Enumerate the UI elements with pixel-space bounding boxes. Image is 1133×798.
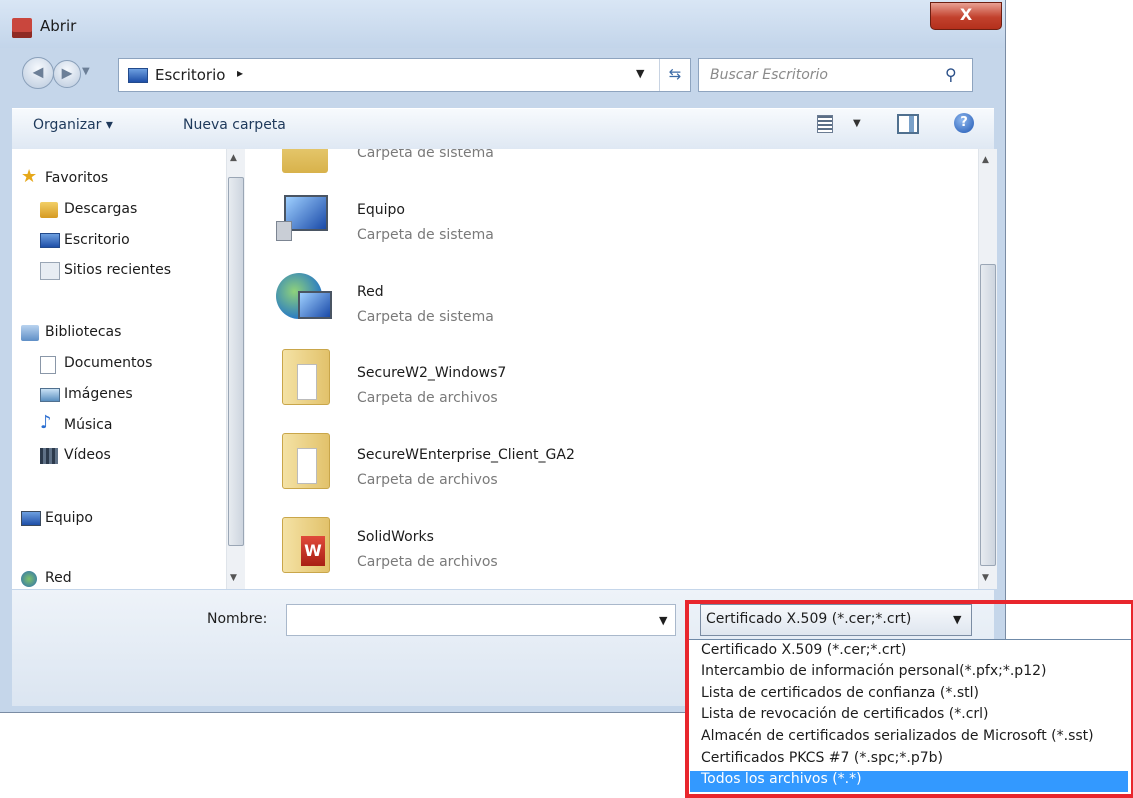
sidebar-item-sitios-recientes[interactable]: Sitios recientes: [64, 262, 171, 278]
file-type: Carpeta de sistema: [357, 309, 494, 325]
folder-icon: [282, 433, 330, 489]
file-list: Carpeta de sistema Equipo Carpeta de sis…: [252, 149, 978, 589]
computer-icon: [21, 511, 41, 526]
scroll-up-icon[interactable]: ▲: [982, 155, 989, 165]
command-bar: [12, 108, 994, 150]
file-type: Carpeta de archivos: [357, 472, 498, 488]
computer-icon: [276, 193, 332, 241]
network-icon: [21, 571, 37, 587]
folder-icon: [282, 349, 330, 405]
navigation-pane: ★ Favoritos Descargas Escritorio Sitios …: [12, 149, 253, 589]
desktop-icon: [128, 68, 148, 83]
close-button[interactable]: X: [930, 2, 1002, 30]
file-name-dropdown-icon[interactable]: ▼: [659, 614, 667, 627]
sidebar-item-imagenes[interactable]: Imágenes: [64, 386, 133, 402]
refresh-icon[interactable]: ⇆: [659, 59, 690, 91]
app-icon: [12, 18, 32, 38]
pictures-icon: [40, 388, 60, 402]
scroll-up-icon[interactable]: ▲: [230, 153, 237, 163]
scroll-down-icon[interactable]: ▼: [230, 573, 237, 583]
preview-pane-icon[interactable]: [897, 114, 919, 134]
sidebar-group-equipo[interactable]: Equipo: [45, 510, 93, 526]
window-title: Abrir: [40, 17, 77, 35]
solidworks-folder-icon: W: [282, 517, 330, 573]
highlight-annotation-box: [685, 600, 1133, 798]
libraries-icon: [21, 325, 39, 341]
forward-arrow-icon: ▶: [61, 65, 73, 82]
help-icon[interactable]: ?: [954, 113, 974, 133]
documents-icon: [40, 356, 56, 374]
view-options-dropdown-icon[interactable]: ▼: [853, 118, 861, 129]
videos-icon: [40, 448, 58, 464]
organize-button[interactable]: Organizar ▾: [33, 117, 113, 133]
file-type: Carpeta de archivos: [357, 554, 498, 570]
search-icon[interactable]: ⚲: [945, 65, 957, 84]
change-view-icon[interactable]: [817, 115, 833, 133]
desktop-icon: [40, 233, 60, 248]
scroll-down-icon[interactable]: ▼: [982, 573, 989, 583]
file-name[interactable]: Equipo: [357, 202, 405, 218]
address-dropdown-icon[interactable]: ▼: [636, 67, 644, 80]
new-folder-button[interactable]: Nueva carpeta: [183, 117, 286, 133]
file-name[interactable]: SolidWorks: [357, 529, 434, 545]
sidebar-group-red[interactable]: Red: [45, 570, 72, 586]
system-folder-icon: [282, 149, 328, 173]
sidebar-group-favoritos[interactable]: Favoritos: [45, 170, 108, 186]
back-button[interactable]: ◀: [22, 57, 54, 89]
network-icon: [276, 273, 332, 323]
file-name-input[interactable]: [286, 604, 676, 636]
sidebar-item-documentos[interactable]: Documentos: [64, 355, 152, 371]
recent-pages-dropdown-icon[interactable]: ▼: [82, 66, 90, 77]
sidebar-item-escritorio[interactable]: Escritorio: [64, 232, 130, 248]
title-bar[interactable]: Abrir X: [0, 0, 1005, 48]
file-name-label: Nombre:: [207, 611, 268, 627]
navigation-scrollbar-thumb[interactable]: [228, 177, 244, 546]
sidebar-group-bibliotecas[interactable]: Bibliotecas: [45, 324, 121, 340]
music-icon: ♪: [40, 412, 52, 433]
file-name[interactable]: SecureW2_Windows7: [357, 365, 506, 381]
downloads-folder-icon: [40, 202, 58, 218]
breadcrumb-separator-icon[interactable]: ▸: [237, 66, 243, 80]
file-type: Carpeta de archivos: [357, 390, 498, 406]
address-bar[interactable]: Escritorio ▸ ▼ ⇆: [118, 58, 691, 92]
recent-places-icon: [40, 262, 60, 280]
sidebar-item-descargas[interactable]: Descargas: [64, 201, 137, 217]
star-icon: ★: [21, 166, 38, 187]
forward-button[interactable]: ▶: [53, 60, 81, 88]
file-name[interactable]: SecureWEnterprise_Client_GA2: [357, 447, 575, 463]
back-arrow-icon: ◀: [32, 64, 44, 81]
file-list-scrollbar-thumb[interactable]: [980, 264, 996, 566]
sidebar-item-videos[interactable]: Vídeos: [64, 447, 111, 463]
sidebar-item-musica[interactable]: Música: [64, 417, 112, 433]
address-location[interactable]: Escritorio: [155, 66, 225, 84]
file-name[interactable]: Red: [357, 284, 384, 300]
search-input[interactable]: Buscar Escritorio: [710, 67, 828, 83]
file-type: Carpeta de sistema: [357, 149, 494, 161]
search-box[interactable]: Buscar Escritorio ⚲: [698, 58, 973, 92]
file-type: Carpeta de sistema: [357, 227, 494, 243]
